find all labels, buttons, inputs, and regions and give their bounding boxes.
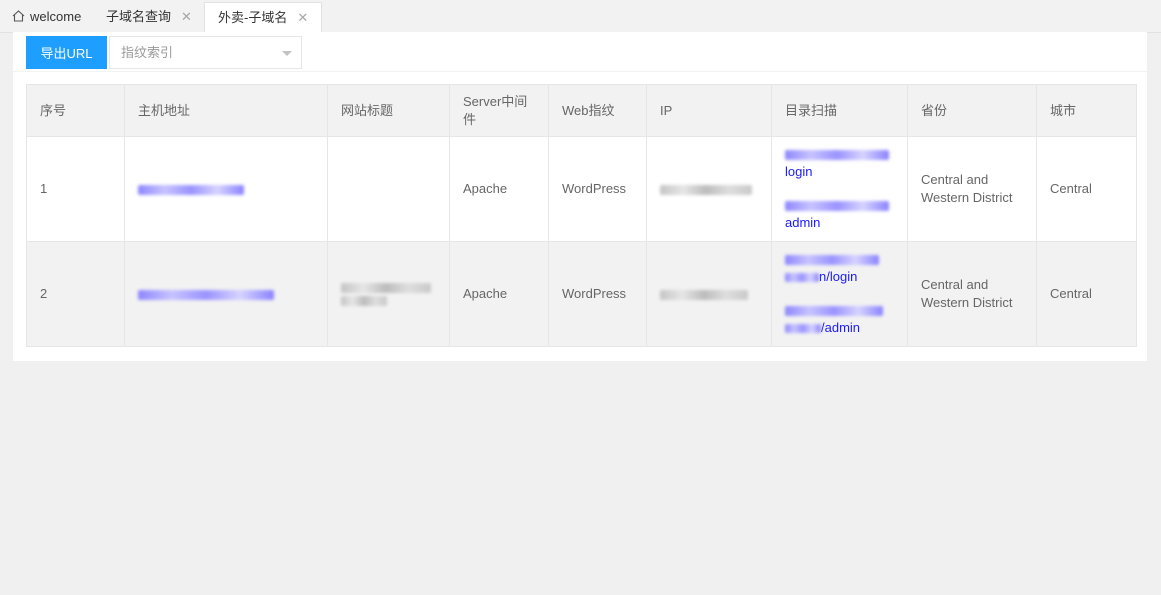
tab-takeaway-subdomain[interactable]: 外卖-子域名 ✕ bbox=[204, 2, 323, 33]
cell-host[interactable] bbox=[124, 241, 328, 347]
header-host[interactable]: 主机地址 bbox=[124, 84, 328, 137]
table-row[interactable]: 1 Apache WordPress login admin Central a… bbox=[26, 136, 1137, 242]
tab-subdomain-query[interactable]: 子域名查询 ✕ bbox=[106, 2, 192, 31]
redacted-url bbox=[785, 305, 883, 316]
tab-label: 子域名查询 bbox=[106, 9, 172, 24]
cell-city: Central bbox=[1036, 241, 1137, 347]
results-table: 序号 主机地址 网站标题 Server中间件 Web指纹 IP 目录扫描 省份 … bbox=[26, 84, 1137, 347]
cell-ip bbox=[646, 241, 772, 347]
cell-index: 1 bbox=[26, 136, 125, 242]
redacted-url bbox=[785, 200, 889, 211]
chevron-down-icon bbox=[282, 51, 292, 56]
dir-link-login[interactable]: n/login bbox=[785, 268, 894, 286]
header-fingerprint[interactable]: Web指纹 bbox=[548, 84, 647, 137]
redacted-url bbox=[785, 272, 819, 282]
header-city[interactable]: 城市 bbox=[1036, 84, 1137, 137]
redacted-url bbox=[785, 254, 879, 265]
tab-bar: welcome 子域名查询 ✕ 外卖-子域名 ✕ bbox=[0, 0, 1161, 33]
cell-server: Apache bbox=[449, 241, 549, 347]
cell-province: Central and Western District bbox=[907, 241, 1037, 347]
divider bbox=[13, 71, 1147, 72]
cell-province: Central and Western District bbox=[907, 136, 1037, 242]
header-ip[interactable]: IP bbox=[646, 84, 772, 137]
cell-server: Apache bbox=[449, 136, 549, 242]
redacted-ip bbox=[660, 289, 748, 300]
header-server[interactable]: Server中间件 bbox=[449, 84, 549, 137]
dir-link-admin[interactable]: /admin bbox=[785, 319, 894, 337]
cell-fingerprint: WordPress bbox=[548, 136, 647, 242]
redacted-url bbox=[785, 323, 821, 333]
cell-city: Central bbox=[1036, 136, 1137, 242]
cell-host[interactable] bbox=[124, 136, 328, 242]
redacted-title bbox=[341, 295, 387, 306]
tab-welcome[interactable]: welcome bbox=[12, 2, 81, 31]
header-dir-scan[interactable]: 目录扫描 bbox=[771, 84, 908, 137]
cell-dir-scan: login admin bbox=[771, 136, 908, 242]
home-icon bbox=[12, 3, 25, 32]
redacted-host bbox=[138, 289, 274, 300]
cell-fingerprint: WordPress bbox=[548, 241, 647, 347]
redacted-host bbox=[138, 184, 244, 195]
header-province[interactable]: 省份 bbox=[907, 84, 1037, 137]
dir-link-login[interactable]: login bbox=[785, 163, 894, 181]
tab-label: 外卖-子域名 bbox=[218, 10, 288, 25]
close-icon[interactable]: ✕ bbox=[181, 9, 192, 24]
content-card: 导出URL 指纹索引 序号 主机地址 网站标题 Server中间件 Web指纹 … bbox=[13, 32, 1147, 361]
redacted-ip bbox=[660, 184, 752, 195]
dir-link-admin[interactable]: admin bbox=[785, 214, 894, 232]
close-icon[interactable]: ✕ bbox=[297, 10, 308, 25]
cell-title bbox=[327, 136, 450, 242]
fingerprint-index-select[interactable]: 指纹索引 bbox=[109, 36, 302, 69]
cell-title bbox=[327, 241, 450, 347]
cell-dir-scan: n/login /admin bbox=[771, 241, 908, 347]
table-row[interactable]: 2 Apache WordPress n/login /admin Centra… bbox=[26, 241, 1137, 347]
tab-welcome-label: welcome bbox=[30, 9, 82, 24]
cell-index: 2 bbox=[26, 241, 125, 347]
table-header-row: 序号 主机地址 网站标题 Server中间件 Web指纹 IP 目录扫描 省份 … bbox=[26, 84, 1137, 137]
select-placeholder: 指纹索引 bbox=[121, 45, 174, 60]
redacted-title bbox=[341, 282, 431, 293]
header-title[interactable]: 网站标题 bbox=[327, 84, 450, 137]
export-url-button[interactable]: 导出URL bbox=[26, 36, 107, 69]
cell-ip bbox=[646, 136, 772, 242]
header-index[interactable]: 序号 bbox=[26, 84, 125, 137]
redacted-url bbox=[785, 149, 889, 160]
